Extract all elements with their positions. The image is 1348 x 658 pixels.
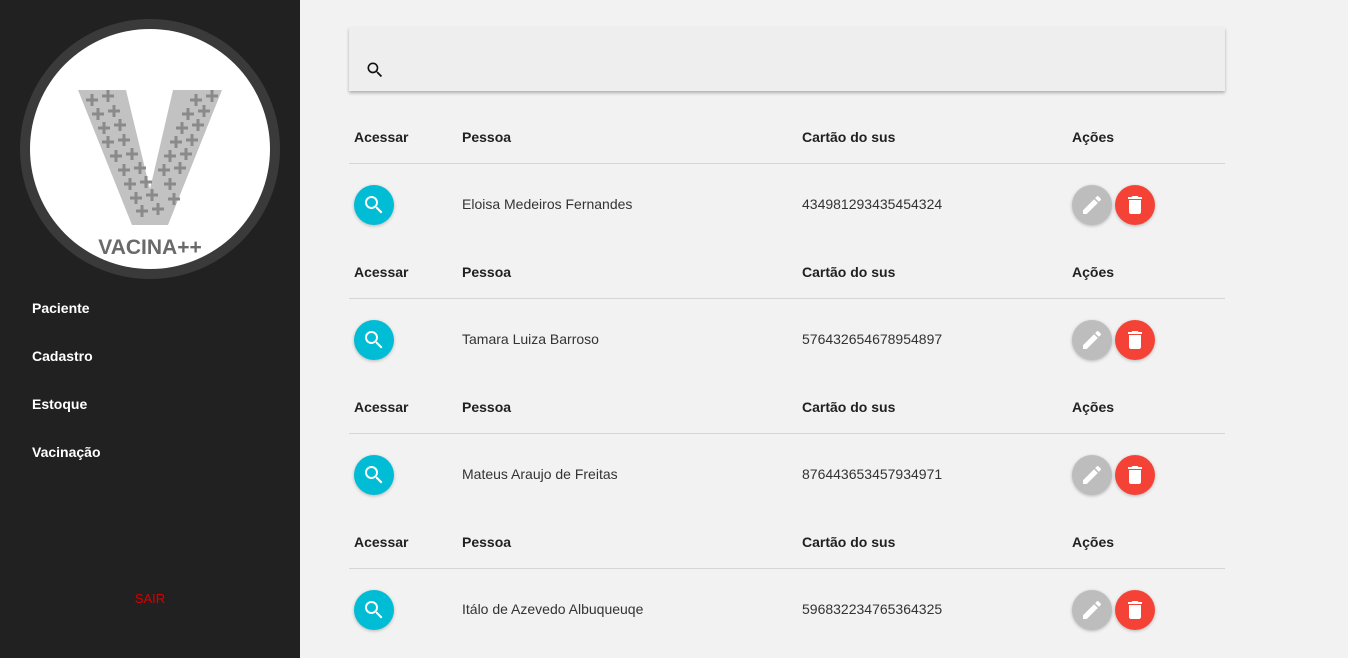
edit-button[interactable] [1072,185,1112,225]
pencil-icon [1083,330,1102,349]
trash-icon [1128,466,1142,484]
search-icon[interactable] [365,60,385,85]
sidebar: VACINA++ Paciente Cadastro Estoque Vacin… [0,0,300,658]
sus-card-number: 576432654678954897 [802,331,943,347]
header-card: Cartão do sus [802,399,896,415]
header-card: Cartão do sus [802,129,896,145]
search-input[interactable] [397,55,1201,85]
table-header: Acessar Pessoa Cartão do sus Ações [349,245,1225,299]
view-button[interactable] [354,590,394,630]
table-row: Tamara Luiza Barroso 576432654678954897 [349,299,1225,380]
search-icon [365,196,383,214]
sus-card-number: 434981293435454324 [802,196,943,212]
header-card: Cartão do sus [802,534,896,550]
delete-button[interactable] [1115,185,1155,225]
trash-icon [1128,601,1142,619]
table-header: Acessar Pessoa Cartão do sus Ações [349,515,1225,569]
table-row: Itálo de Azevedo Albuqueuqe 596832234765… [349,569,1225,650]
patient-name: Itálo de Azevedo Albuqueuqe [462,601,644,617]
header-person: Pessoa [462,399,512,415]
header-actions: Ações [1072,399,1115,415]
sus-card-number: 596832234765364325 [802,601,943,617]
pencil-icon [1083,600,1102,619]
table-header: Acessar Pessoa Cartão do sus Ações [349,110,1225,164]
delete-button[interactable] [1115,590,1155,630]
patient-table: Acessar Pessoa Cartão do sus Ações Elois… [349,110,1225,650]
view-button[interactable] [354,185,394,225]
table-row: Eloisa Medeiros Fernandes 43498129343545… [349,164,1225,245]
table-header: Acessar Pessoa Cartão do sus Ações [349,380,1225,434]
trash-icon [1128,196,1142,214]
sus-card-number: 876443653457934971 [802,466,943,482]
sidebar-item-cadastro[interactable]: Cadastro [32,348,101,396]
edit-button[interactable] [1072,320,1112,360]
header-person: Pessoa [462,264,512,280]
sidebar-item-paciente[interactable]: Paciente [32,300,101,348]
patient-name: Tamara Luiza Barroso [462,331,599,347]
header-access: Acessar [354,534,409,550]
search-bar [349,27,1225,91]
logout-button[interactable]: SAIR [0,591,300,606]
edit-button[interactable] [1072,455,1112,495]
pencil-icon [1083,465,1102,484]
delete-button[interactable] [1115,320,1155,360]
search-icon [365,466,383,484]
delete-button[interactable] [1115,455,1155,495]
header-access: Acessar [354,264,409,280]
header-actions: Ações [1072,264,1115,280]
search-icon [365,601,383,619]
logo: VACINA++ [30,29,270,269]
header-card: Cartão do sus [802,264,896,280]
edit-button[interactable] [1072,590,1112,630]
table-row: Mateus Araujo de Freitas 876443653457934… [349,434,1225,515]
sidebar-item-vacinacao[interactable]: Vacinação [32,444,101,492]
header-access: Acessar [354,399,409,415]
header-access: Acessar [354,129,409,145]
search-icon [365,331,383,349]
header-person: Pessoa [462,129,512,145]
patient-name: Mateus Araujo de Freitas [462,466,618,482]
header-actions: Ações [1072,534,1115,550]
trash-icon [1128,331,1142,349]
patient-name: Eloisa Medeiros Fernandes [462,196,633,212]
header-actions: Ações [1072,129,1115,145]
view-button[interactable] [354,320,394,360]
header-person: Pessoa [462,534,512,550]
logo-text: VACINA++ [98,236,202,259]
sidebar-item-estoque[interactable]: Estoque [32,396,101,444]
logo-ring: VACINA++ [20,19,280,279]
sidebar-nav: Paciente Cadastro Estoque Vacinação [32,300,101,492]
vaccine-logo-icon [78,90,222,225]
pencil-icon [1083,195,1102,214]
view-button[interactable] [354,455,394,495]
